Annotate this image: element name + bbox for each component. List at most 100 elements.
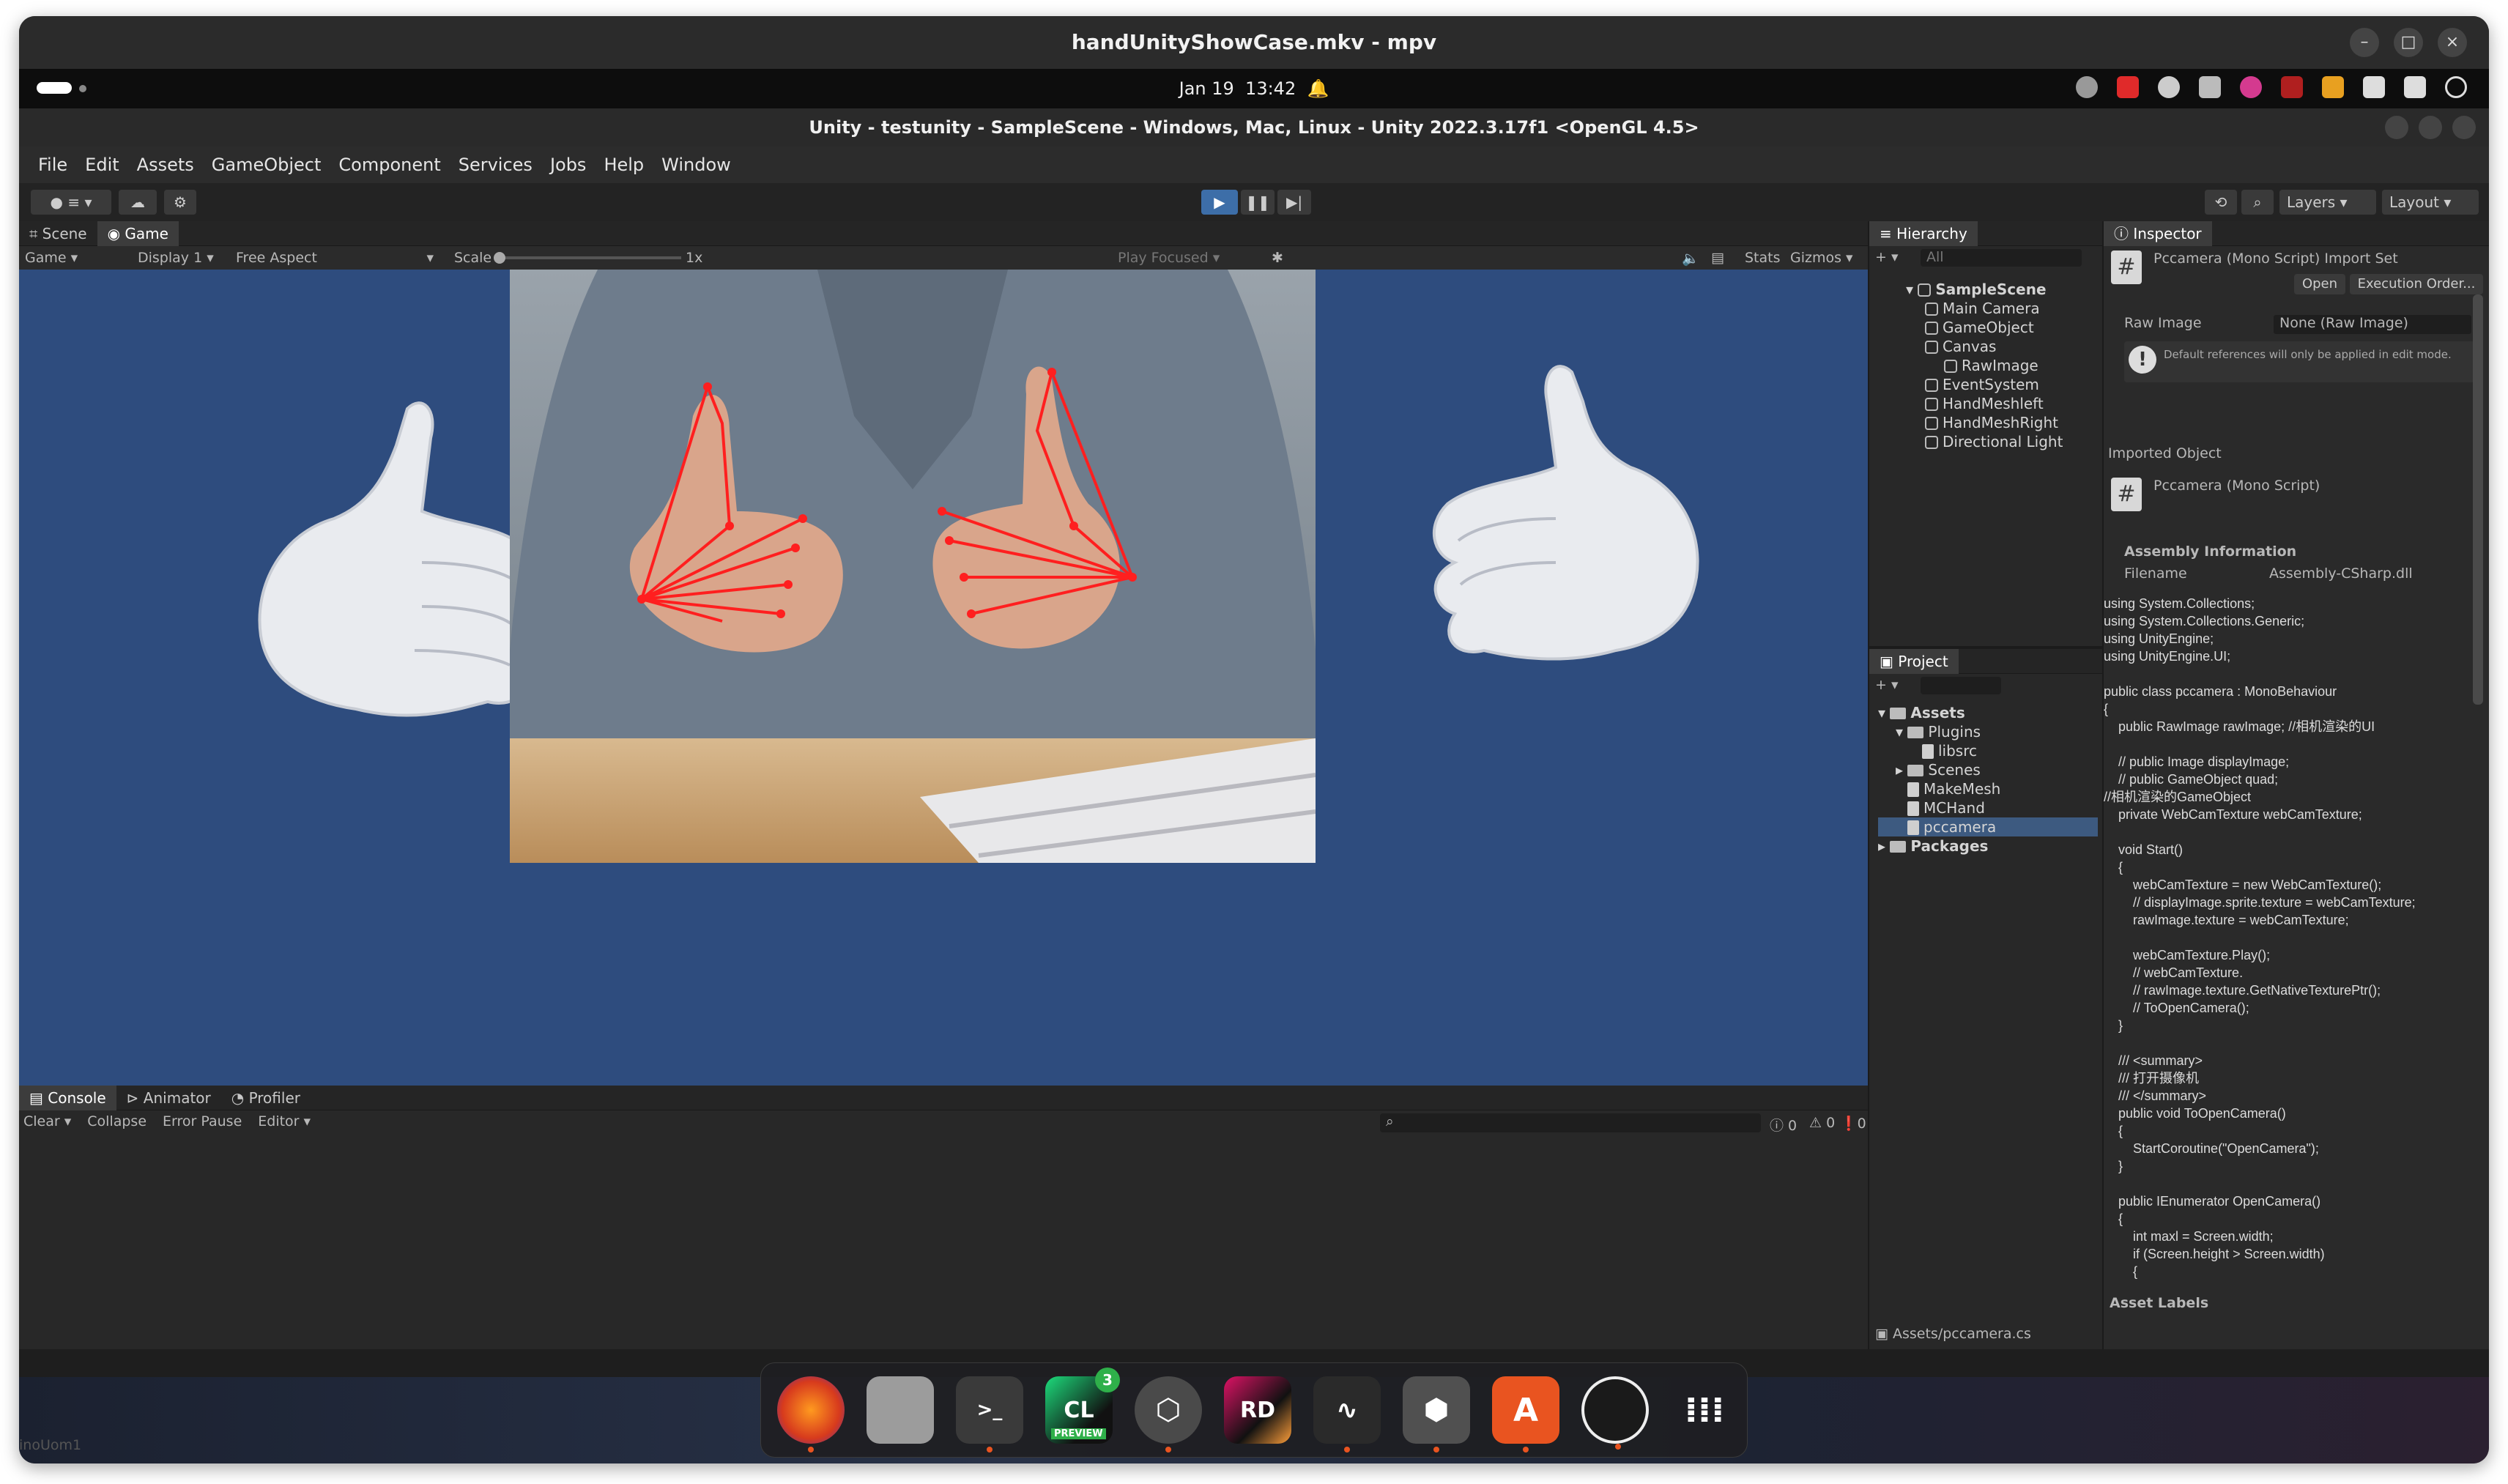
tray-app-icon[interactable] bbox=[2076, 76, 2098, 98]
search-icon[interactable]: ⌕ bbox=[2241, 190, 2274, 215]
power-icon[interactable] bbox=[2445, 76, 2467, 98]
history-icon[interactable]: ⟲ bbox=[2205, 190, 2237, 215]
folder-scenes[interactable]: ▸ Scenes bbox=[1878, 760, 2098, 779]
settings-icon[interactable]: ⚙ bbox=[164, 190, 196, 215]
volume-icon[interactable] bbox=[2404, 76, 2426, 98]
hierarchy-item-gameobject[interactable]: GameObject bbox=[1906, 318, 2063, 337]
menu-assets[interactable]: Assets bbox=[128, 146, 203, 183]
cloud-icon[interactable]: ☁ bbox=[119, 190, 157, 215]
editor-dropdown[interactable]: Editor ▾ bbox=[258, 1113, 311, 1129]
rider-icon[interactable]: RD bbox=[1224, 1376, 1291, 1444]
hierarchy-item-main-camera[interactable]: Main Camera bbox=[1906, 299, 2063, 318]
execution-order-button[interactable]: Execution Order... bbox=[2350, 274, 2483, 294]
files-icon[interactable] bbox=[867, 1376, 934, 1444]
menu-window[interactable]: Window bbox=[653, 146, 740, 183]
file-makemesh[interactable]: MakeMesh bbox=[1878, 779, 2098, 798]
unity-close-icon[interactable] bbox=[2452, 116, 2476, 139]
minimize-icon[interactable]: – bbox=[2350, 28, 2379, 57]
unity-minimize-icon[interactable] bbox=[2385, 116, 2408, 139]
create-asset-button[interactable]: + ▾ bbox=[1875, 677, 1899, 693]
clion-icon[interactable]: CL 3 PREVIEW bbox=[1045, 1368, 1120, 1444]
add-object-button[interactable]: + ▾ bbox=[1875, 249, 1899, 265]
raw-image-field[interactable]: None (Raw Image) bbox=[2274, 315, 2471, 334]
scale-slider[interactable] bbox=[494, 252, 681, 264]
tray-app-icon[interactable] bbox=[2240, 76, 2262, 98]
collapse-button[interactable]: Collapse bbox=[87, 1113, 146, 1129]
hierarchy-item-canvas[interactable]: Canvas bbox=[1906, 337, 2063, 356]
account-dropdown[interactable]: ● ≡ ▾ bbox=[31, 190, 111, 215]
maximize-icon[interactable]: □ bbox=[2394, 28, 2423, 57]
tab-inspector[interactable]: ⓘ Inspector bbox=[2104, 220, 2212, 246]
tab-hierarchy[interactable]: ≡ Hierarchy bbox=[1869, 220, 1978, 246]
menu-gameobject[interactable]: GameObject bbox=[203, 146, 330, 183]
folder-libsrc[interactable]: libsrc bbox=[1878, 741, 2098, 760]
file-mchand[interactable]: MCHand bbox=[1878, 798, 2098, 817]
bug-icon[interactable]: ✱ bbox=[1272, 250, 1283, 266]
tray-app-icon[interactable] bbox=[2199, 76, 2221, 98]
layout-icon[interactable]: ▤ bbox=[1711, 250, 1724, 266]
play-button[interactable]: ▶ bbox=[1201, 190, 1238, 215]
unity-icon[interactable]: ⬢ bbox=[1403, 1376, 1470, 1453]
step-button[interactable]: ▶| bbox=[1277, 190, 1311, 215]
tray-app-icon[interactable] bbox=[2158, 76, 2180, 98]
folder-packages[interactable]: ▸ Packages bbox=[1878, 836, 2098, 856]
log-count[interactable]: ⓘ 0 bbox=[1770, 1115, 1797, 1135]
mute-icon[interactable]: 🔈 bbox=[1682, 250, 1699, 267]
clear-button[interactable]: Clear ▾ bbox=[23, 1113, 71, 1129]
menu-component[interactable]: Component bbox=[330, 146, 449, 183]
error-count[interactable]: ❗0 bbox=[1840, 1115, 1866, 1132]
inspector-scrollbar[interactable] bbox=[2473, 294, 2483, 705]
tab-scene[interactable]: ⌗ Scene bbox=[19, 221, 97, 246]
obs-icon[interactable] bbox=[1581, 1376, 1649, 1450]
scale-slider-handle[interactable] bbox=[494, 252, 505, 264]
terminal-icon[interactable]: >_ bbox=[956, 1376, 1023, 1453]
hierarchy-item-directional-light[interactable]: Directional Light bbox=[1906, 432, 2063, 451]
hierarchy-scene-root[interactable]: ▾ SampleScene bbox=[1906, 280, 2063, 299]
menu-jobs[interactable]: Jobs bbox=[541, 146, 596, 183]
menu-edit[interactable]: Edit bbox=[76, 146, 127, 183]
tab-profiler[interactable]: ◔ Profiler bbox=[221, 1086, 311, 1110]
pause-button[interactable]: ❚❚ bbox=[1241, 190, 1275, 215]
tab-console[interactable]: ▤ Console bbox=[19, 1085, 116, 1110]
app-store-icon[interactable]: A bbox=[1492, 1376, 1559, 1453]
unity-hub-icon[interactable]: ⬡ bbox=[1135, 1376, 1202, 1453]
unity-restore-icon[interactable] bbox=[2419, 116, 2442, 139]
stats-button[interactable]: Stats bbox=[1745, 250, 1781, 266]
open-button[interactable]: Open bbox=[2294, 274, 2345, 294]
menu-file[interactable]: File bbox=[29, 146, 76, 183]
hierarchy-item-handmeshright[interactable]: HandMeshRight bbox=[1906, 413, 2063, 432]
tab-project[interactable]: ▣ Project bbox=[1869, 648, 1959, 674]
system-monitor-icon[interactable]: ∿ bbox=[1313, 1376, 1381, 1453]
console-search-input[interactable]: ⌕ bbox=[1380, 1113, 1761, 1132]
firefox-icon[interactable] bbox=[777, 1376, 845, 1453]
folder-assets[interactable]: ▾ Assets bbox=[1878, 703, 2098, 722]
file-pccamera[interactable]: pccamera bbox=[1878, 817, 2098, 836]
hierarchy-item-eventsystem[interactable]: EventSystem bbox=[1906, 375, 2063, 394]
folder-plugins[interactable]: ▾ Plugins bbox=[1878, 722, 2098, 741]
gizmos-button[interactable]: Gizmos ▾ bbox=[1790, 250, 1853, 266]
app-grid-icon[interactable]: ⁞⁞⁞ bbox=[1671, 1376, 1738, 1444]
tray-app-icon[interactable] bbox=[2281, 76, 2303, 98]
layers-dropdown[interactable]: Layers ▾ bbox=[2279, 190, 2376, 215]
hierarchy-item-handmeshleft[interactable]: HandMeshleft bbox=[1906, 394, 2063, 413]
project-search-input[interactable] bbox=[1921, 677, 2001, 694]
error-pause-button[interactable]: Error Pause bbox=[163, 1113, 242, 1129]
tab-animator[interactable]: ⊳ Animator bbox=[116, 1086, 221, 1110]
tab-game[interactable]: ◉ Game bbox=[97, 220, 179, 246]
display-dropdown[interactable]: Display 1 ▾ bbox=[138, 250, 214, 266]
play-focused-dropdown[interactable]: Play Focused ▾ bbox=[1118, 250, 1220, 266]
game-canvas[interactable] bbox=[19, 270, 1868, 1086]
game-mode-dropdown[interactable]: Game ▾ bbox=[25, 250, 78, 266]
menu-help[interactable]: Help bbox=[595, 146, 653, 183]
close-icon[interactable]: × bbox=[2438, 28, 2467, 57]
tray-app-icon[interactable] bbox=[2117, 76, 2139, 98]
hierarchy-search-input[interactable]: All bbox=[1921, 249, 2082, 267]
network-icon[interactable] bbox=[2363, 76, 2385, 98]
aspect-dropdown[interactable]: Free Aspect ▾ bbox=[236, 250, 434, 266]
hierarchy-item-rawimage[interactable]: RawImage bbox=[1906, 356, 2063, 375]
layout-dropdown[interactable]: Layout ▾ bbox=[2382, 190, 2479, 215]
menu-services[interactable]: Services bbox=[450, 146, 541, 183]
activities-indicator[interactable] bbox=[37, 82, 72, 94]
tray-app-icon[interactable] bbox=[2322, 76, 2344, 98]
warning-count[interactable]: ⚠ 0 bbox=[1809, 1115, 1835, 1131]
